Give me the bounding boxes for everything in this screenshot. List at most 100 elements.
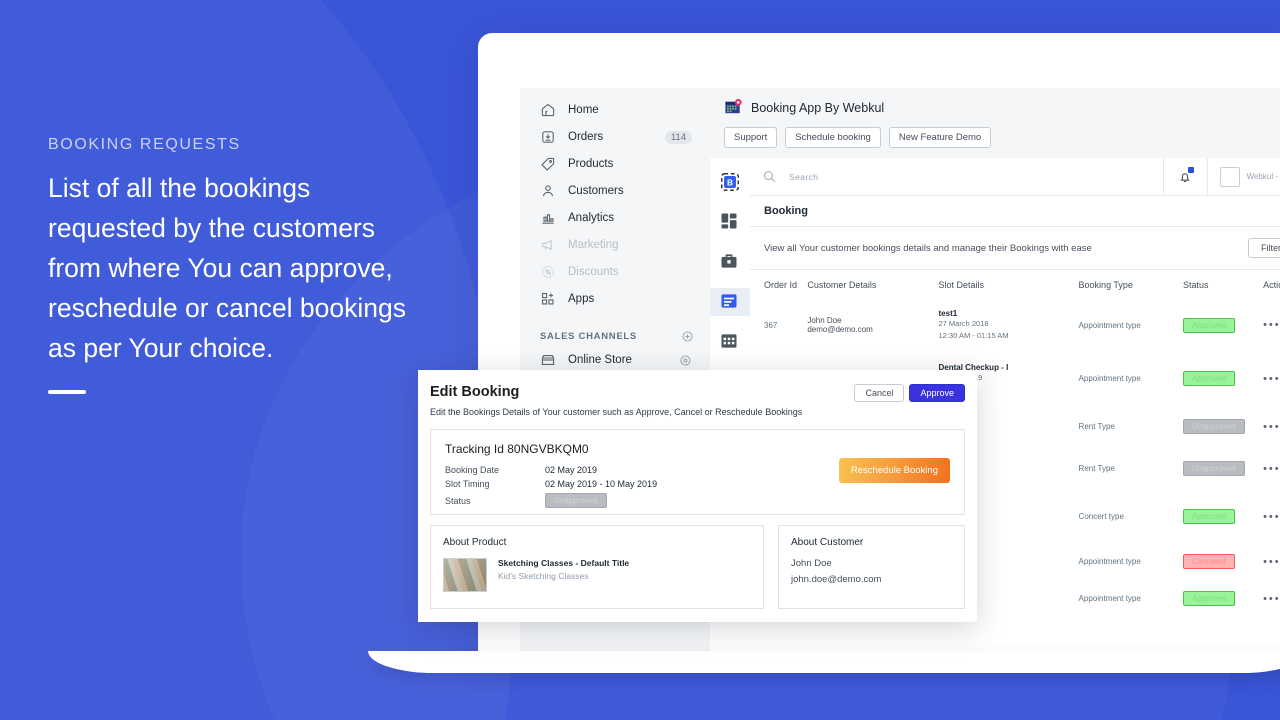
- search-bar[interactable]: Search: [750, 169, 1163, 184]
- app-action-buttons: Support Schedule booking New Feature Dem…: [724, 127, 1280, 149]
- add-channel-icon[interactable]: [681, 330, 694, 343]
- customer-email: john.doe@demo.com: [791, 574, 882, 585]
- rail-item-bookings-list[interactable]: [710, 288, 750, 317]
- app-title-text: Booking App By Webkul: [751, 100, 885, 115]
- schedule-booking-button[interactable]: Schedule booking: [785, 127, 881, 149]
- cell-action[interactable]: •••: [1259, 580, 1280, 617]
- cell-action[interactable]: •••: [1259, 543, 1280, 580]
- sidebar-item-customers[interactable]: Customers: [526, 178, 704, 204]
- cell-booking-type: Appointment type: [1078, 557, 1141, 567]
- status-row: Status Unapproved: [445, 493, 950, 508]
- cell-status: Approved: [1179, 298, 1259, 352]
- sidebar-item-orders[interactable]: Orders 114: [526, 124, 704, 150]
- status-badge: Unapproved: [1183, 461, 1245, 477]
- modal-cancel-button[interactable]: Cancel: [854, 384, 905, 402]
- marketing-headline: List of all the bookings requested by th…: [48, 173, 406, 363]
- row-actions-icon[interactable]: •••: [1263, 463, 1280, 475]
- notifications-button[interactable]: [1162, 158, 1207, 196]
- sidebar-item-apps[interactable]: Apps: [526, 286, 704, 312]
- col-booking-type: Booking Type: [1078, 280, 1133, 291]
- discounts-icon: [540, 264, 556, 280]
- row-actions-icon[interactable]: •••: [1263, 421, 1280, 433]
- rail-item-dashboard[interactable]: [710, 208, 750, 236]
- marketing-rule: [48, 390, 86, 394]
- sidebar-item-marketing[interactable]: Marketing: [526, 232, 704, 258]
- customers-icon: [540, 183, 556, 199]
- modal-title: Edit Booking: [430, 384, 520, 400]
- sidebar-item-home[interactable]: Home: [526, 97, 704, 123]
- cell-action[interactable]: •••: [1259, 490, 1280, 544]
- cell-status: Unapproved: [1179, 448, 1259, 490]
- status-badge: Unapproved: [545, 493, 607, 508]
- col-action: Action: [1263, 280, 1280, 291]
- reschedule-booking-button[interactable]: Reschedule Booking: [838, 458, 950, 483]
- slot-title-text: test1: [938, 309, 958, 319]
- row-actions-icon[interactable]: •••: [1263, 556, 1280, 568]
- analytics-icon: [540, 210, 556, 226]
- cell-booking-type: Concert type: [1078, 512, 1124, 522]
- briefcase-icon: [719, 251, 741, 273]
- modal-approve-button[interactable]: Approve: [909, 384, 965, 402]
- sales-channels-label: SALES CHANNELS: [540, 331, 637, 342]
- orders-icon: [540, 129, 556, 145]
- search-icon: [762, 169, 777, 184]
- cell-booking-type: Appointment type: [1078, 374, 1141, 384]
- panel-toolbar: Search Webkul -: [750, 158, 1280, 197]
- calendar-app-icon: [724, 98, 743, 117]
- filter-button[interactable]: Filter: [1248, 238, 1280, 259]
- new-feature-demo-button[interactable]: New Feature Demo: [888, 127, 992, 149]
- cell-slot: test1 27 March 2018 12:30 AM - 01:15 AM: [935, 298, 1075, 352]
- cell-action[interactable]: •••: [1259, 298, 1280, 352]
- user-name-label: Webkul -: [1246, 172, 1278, 182]
- sidebar-label: Discounts: [568, 266, 619, 278]
- status-badge: Canceled: [1183, 554, 1235, 570]
- col-customer: Customer Details: [807, 280, 877, 291]
- rail-item-briefcase[interactable]: [710, 248, 750, 276]
- cell-action[interactable]: •••: [1259, 352, 1280, 406]
- cell-booking-type: Appointment type: [1078, 594, 1141, 604]
- store-icon: [540, 352, 556, 368]
- modal-description: Edit the Bookings Details of Your custom…: [430, 407, 803, 417]
- row-actions-icon[interactable]: •••: [1263, 373, 1280, 385]
- bookings-list-icon: [719, 291, 741, 313]
- support-button[interactable]: Support: [724, 127, 778, 149]
- sidebar-label: Home: [568, 104, 599, 116]
- preview-store-icon[interactable]: [679, 354, 692, 367]
- slot-time-text: 12:30 AM - 01:15 AM: [938, 330, 1009, 340]
- row-actions-icon[interactable]: •••: [1263, 511, 1280, 523]
- user-menu[interactable]: Webkul -: [1206, 158, 1280, 196]
- booking-summary-card: Tracking Id 80NGVBKQM0 Booking Date 02 M…: [430, 429, 965, 515]
- status-badge: Approved: [1183, 371, 1236, 387]
- cell-status: Approved: [1179, 490, 1259, 544]
- row-actions-icon[interactable]: •••: [1263, 319, 1280, 331]
- col-status: Status: [1183, 280, 1209, 291]
- cell-status: Approved: [1179, 352, 1259, 406]
- apps-icon: [540, 291, 556, 307]
- rail-item-grid[interactable]: [710, 328, 750, 356]
- search-input[interactable]: Search: [789, 172, 818, 182]
- sidebar-item-analytics[interactable]: Analytics: [526, 205, 704, 231]
- home-icon: [540, 102, 556, 118]
- marketing-icon: [540, 237, 556, 253]
- marketing-eyebrow: BOOKING REQUESTS: [48, 136, 241, 153]
- cell-booking-type: Rent Type: [1078, 422, 1115, 432]
- cell-booking-type: Rent Type: [1078, 464, 1115, 474]
- edit-booking-modal: Edit Booking Cancel Approve Edit the Boo…: [418, 370, 977, 622]
- rail-item-booking[interactable]: B: [710, 168, 750, 196]
- table-row[interactable]: 367 John Doe demo@demo.com test1 27 March 20…: [750, 298, 1280, 352]
- cell-action[interactable]: •••: [1259, 448, 1280, 490]
- sidebar-item-products[interactable]: Products: [526, 151, 704, 177]
- table-header-row: Order Id Customer Details Slot Details B…: [750, 270, 1280, 298]
- cell-status: Canceled: [1179, 543, 1259, 580]
- row-actions-icon[interactable]: •••: [1263, 593, 1280, 605]
- status-badge: Unapproved: [1183, 419, 1245, 435]
- product-description: Kid's Sketching Classes: [498, 571, 589, 581]
- cell-action[interactable]: •••: [1259, 405, 1280, 447]
- status-badge: Approved: [1183, 591, 1236, 607]
- slot-date-text: 27 March 2018: [938, 319, 989, 329]
- sidebar-item-discounts[interactable]: Discounts: [526, 259, 704, 285]
- cell-customer: John Doe demo@demo.com: [803, 298, 934, 352]
- sidebar-label: Analytics: [568, 212, 615, 224]
- modal-actions: Cancel Approve: [854, 384, 965, 402]
- avatar: [1219, 166, 1240, 187]
